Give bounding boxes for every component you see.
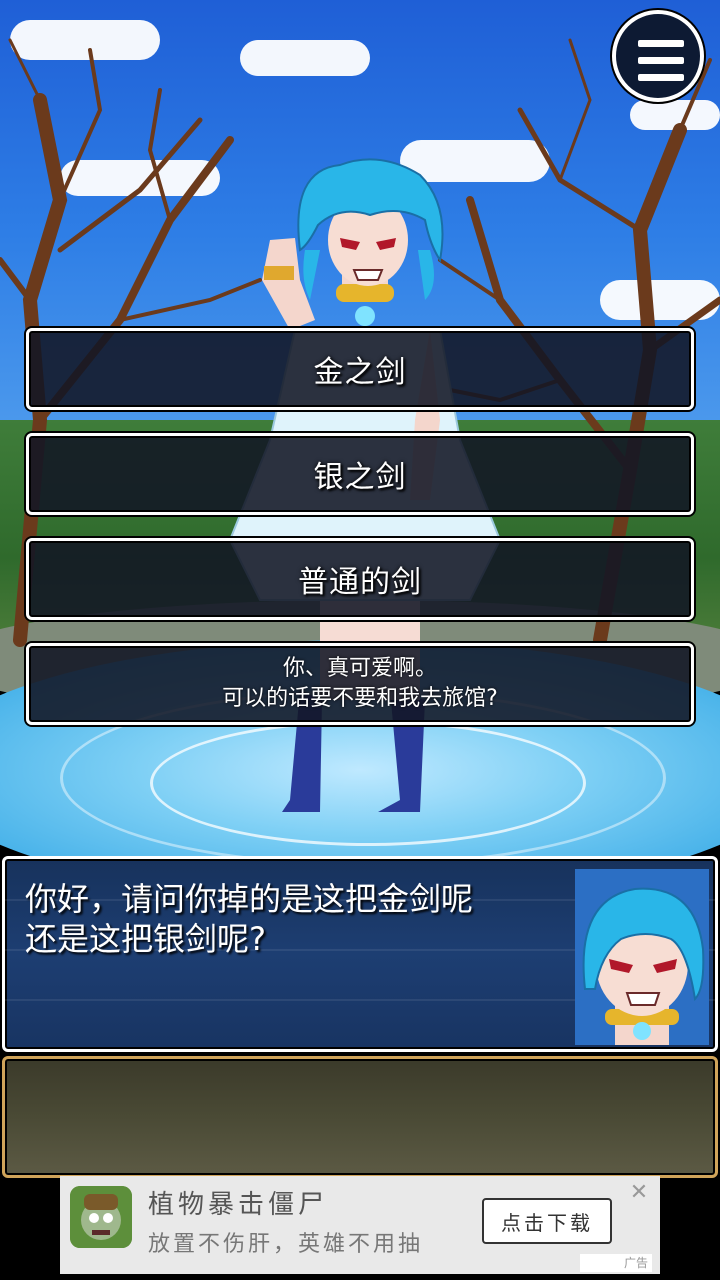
dialogue-line1: 你好，请问你掉的是这把金剑呢 — [25, 880, 474, 918]
choice-normal-sword[interactable]: 普通的剑 — [26, 538, 694, 620]
choice-label-line2: 可以的话要不要和我去旅馆? — [222, 686, 498, 711]
choice-label: 普通的剑 — [298, 565, 422, 600]
goddess-character — [228, 158, 502, 812]
zombie-app-icon — [70, 1186, 132, 1248]
speaker-portrait — [575, 869, 709, 1045]
secondary-window — [2, 1056, 718, 1178]
dialogue-text: 你好，请问你掉的是这把金剑呢 还是这把银剑呢? — [25, 879, 565, 959]
choice-gold-sword[interactable]: 金之剑 — [26, 328, 694, 410]
choice-silver-sword[interactable]: 银之剑 — [26, 433, 694, 515]
choice-label: 金之剑 — [313, 355, 407, 390]
ad-tag: 广告 — [580, 1254, 652, 1272]
choice-label-line1: 你、真可爱啊。 — [282, 656, 437, 681]
ad-description: 放置不伤肝，英雄不用抽 — [148, 1232, 424, 1257]
ad-banner[interactable]: 植物暴击僵尸 放置不伤肝，英雄不用抽 点击下载 ✕ 广告 — [60, 1176, 660, 1274]
choice-label: 银之剑 — [313, 460, 407, 495]
ad-title: 植物暴击僵尸 — [148, 1190, 329, 1220]
game-screen: 金之剑 银之剑 普通的剑 你、真可爱啊。 可以的话要不要和我去旅馆? 你好，请问… — [0, 0, 720, 1280]
close-icon[interactable]: ✕ — [626, 1180, 652, 1206]
ad-download-button[interactable]: 点击下载 — [482, 1198, 612, 1244]
choice-flirt[interactable]: 你、真可爱啊。 可以的话要不要和我去旅馆? — [26, 643, 694, 725]
dialogue-line2: 还是这把银剑呢? — [25, 920, 266, 958]
menu-button[interactable] — [612, 10, 704, 102]
dialogue-box[interactable]: 你好，请问你掉的是这把金剑呢 还是这把银剑呢? — [2, 856, 718, 1052]
